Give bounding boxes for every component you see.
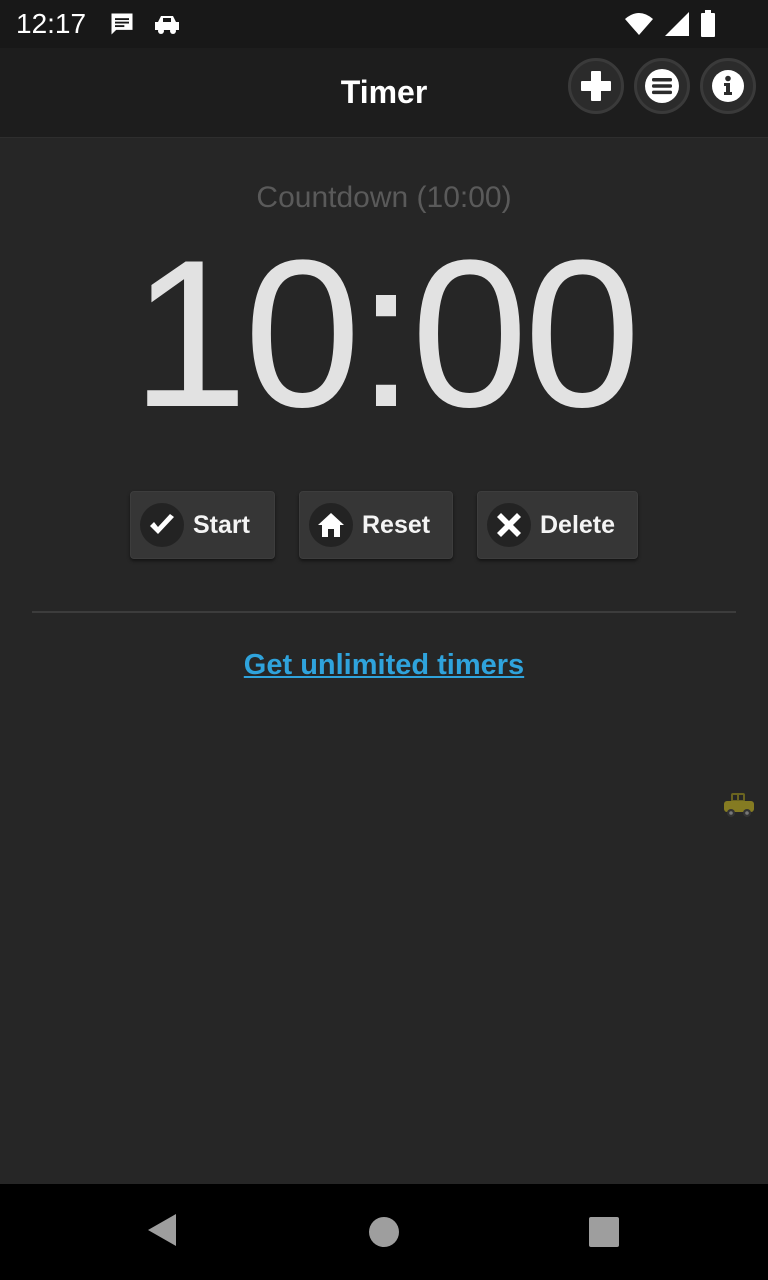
close-icon xyxy=(487,503,531,547)
menu-icon xyxy=(645,69,679,103)
reset-button[interactable]: Reset xyxy=(299,491,453,559)
info-button[interactable] xyxy=(700,58,756,114)
divider xyxy=(32,611,736,613)
home-circle-icon xyxy=(369,1217,399,1247)
start-label: Start xyxy=(193,510,250,539)
back-icon xyxy=(148,1214,176,1246)
get-unlimited-timers-link[interactable]: Get unlimited timers xyxy=(0,649,768,682)
delete-button[interactable]: Delete xyxy=(477,491,638,559)
back-button[interactable] xyxy=(146,1212,178,1253)
status-time: 12:17 xyxy=(16,8,87,39)
wifi-icon xyxy=(624,11,654,37)
home-button[interactable] xyxy=(368,1216,400,1253)
start-button[interactable]: Start xyxy=(130,491,275,559)
add-timer-button[interactable] xyxy=(568,58,624,114)
timer-content: Countdown (10:00) 10:00 Start Reset Dele… xyxy=(0,139,768,1184)
info-icon xyxy=(712,70,744,102)
signal-icon xyxy=(664,11,690,37)
add-icon xyxy=(581,71,611,101)
reset-label: Reset xyxy=(362,510,431,539)
recents-icon xyxy=(589,1217,619,1247)
recents-button[interactable] xyxy=(588,1216,620,1253)
timer-display: 10:00 xyxy=(131,216,641,451)
timer-subtitle: Countdown (10:00) xyxy=(256,181,512,214)
home-icon xyxy=(309,503,353,547)
app-bar: Timer xyxy=(0,48,768,138)
navigation-bar xyxy=(0,1184,768,1280)
delete-label: Delete xyxy=(540,510,616,539)
message-icon xyxy=(108,10,136,38)
car-icon xyxy=(152,10,182,38)
battery-icon xyxy=(700,10,716,38)
floating-car-icon[interactable] xyxy=(722,791,756,826)
menu-button[interactable] xyxy=(634,58,690,114)
status-bar: 12:17 xyxy=(0,0,768,48)
checkmark-icon xyxy=(140,503,184,547)
